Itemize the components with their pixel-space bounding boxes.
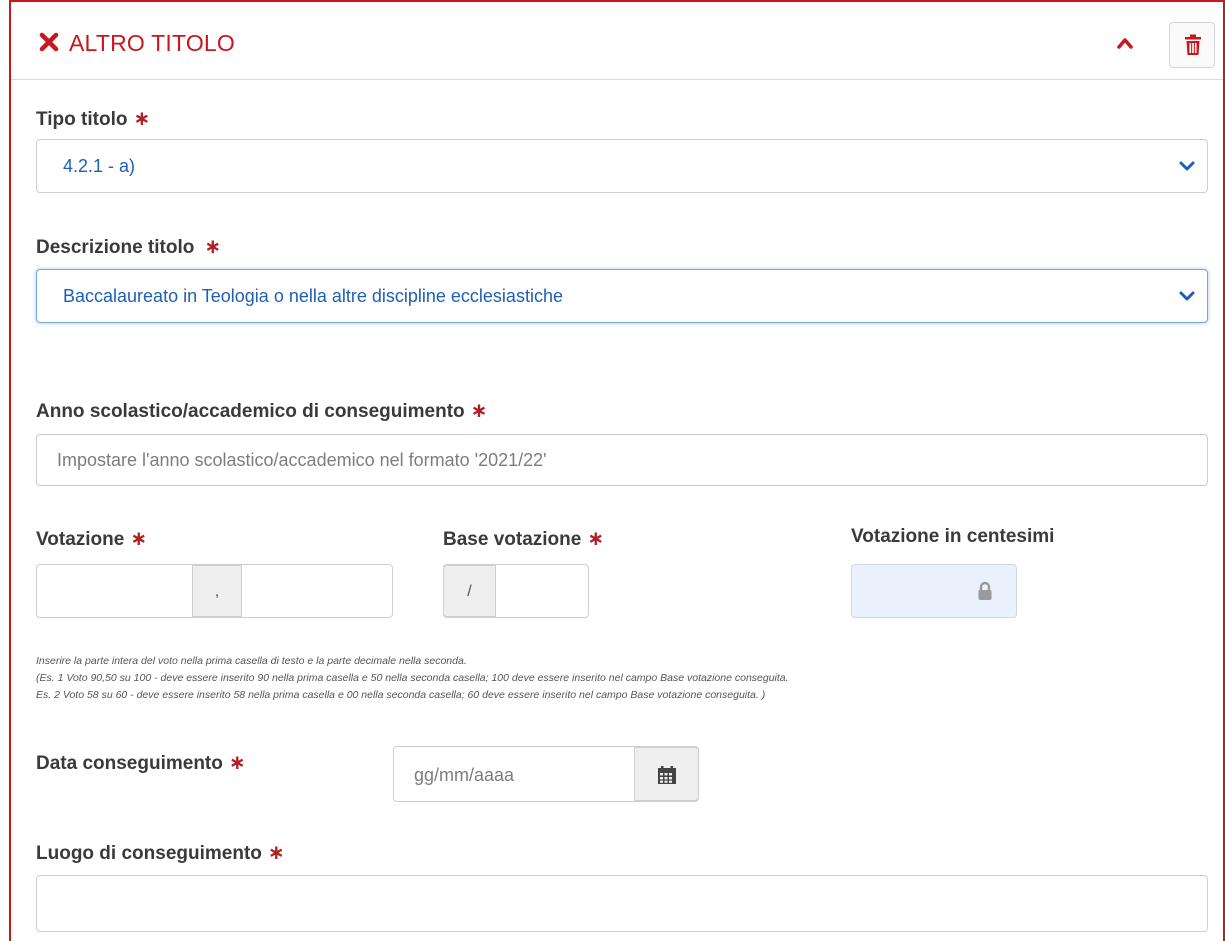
votazione-decimale-input[interactable]: [242, 565, 392, 617]
data-conseguimento-label-text: Data conseguimento: [36, 753, 223, 774]
chevron-down-icon: [1179, 161, 1195, 171]
luogo-conseguimento-label: Luogo di conseguimento ∗: [36, 840, 285, 865]
tipo-titolo-label-text: Tipo titolo: [36, 109, 128, 130]
chevron-down-icon: [1179, 291, 1195, 301]
required-mark: ∗: [587, 528, 605, 550]
descrizione-titolo-label-text: Descrizione titolo: [36, 237, 195, 258]
altro-titolo-panel: ALTRO TITOLO Tipo titolo ∗ 4.2.1 - a) Des…: [9, 0, 1225, 941]
votazione-group: ,: [36, 564, 393, 618]
anno-placeholder: Impostare l'anno scolastico/accademico n…: [57, 450, 547, 470]
calendar-icon: [658, 766, 676, 784]
base-votazione-label-text: Base votazione: [443, 529, 582, 550]
votazione-centesimi-field: [851, 564, 1017, 618]
votazione-centesimi-label: Votazione in centesimi: [851, 526, 1055, 547]
descrizione-titolo-select[interactable]: Baccalaureato in Teologia o nella altre …: [36, 269, 1208, 323]
hint-line-2: (Es. 1 Voto 90,50 su 100 - deve essere i…: [36, 672, 789, 684]
votazione-label: Votazione ∗: [36, 526, 147, 551]
descrizione-titolo-label: Descrizione titolo ∗: [36, 234, 221, 259]
anno-label-text: Anno scolastico/accademico di conseguime…: [36, 401, 465, 422]
luogo-conseguimento-label-text: Luogo di conseguimento: [36, 843, 262, 864]
anno-input[interactable]: Impostare l'anno scolastico/accademico n…: [36, 434, 1208, 486]
trash-icon: [1185, 34, 1201, 55]
descrizione-titolo-value: Baccalaureato in Teologia o nella altre …: [63, 286, 563, 306]
required-mark: ∗: [133, 108, 151, 130]
votazione-intera-input[interactable]: [37, 565, 192, 617]
delete-button[interactable]: [1169, 22, 1215, 68]
votazione-comma-addon: ,: [192, 565, 242, 617]
required-mark: ∗: [130, 528, 148, 550]
data-conseguimento-input[interactable]: gg/mm/aaaa: [394, 747, 634, 801]
hint-line-3: Es. 2 Voto 58 su 60 - deve essere inseri…: [36, 689, 766, 701]
lock-icon: [978, 581, 992, 600]
data-placeholder: gg/mm/aaaa: [414, 765, 515, 785]
required-mark: ∗: [228, 752, 246, 774]
luogo-conseguimento-input[interactable]: [36, 875, 1208, 932]
hint-line-1: Inserire la parte intera del voto nella …: [36, 655, 467, 667]
data-conseguimento-label: Data conseguimento ∗: [36, 750, 246, 775]
base-votazione-group: /: [443, 564, 589, 618]
required-mark: ∗: [267, 842, 285, 864]
anno-label: Anno scolastico/accademico di conseguime…: [36, 398, 487, 423]
required-mark: ∗: [470, 400, 488, 422]
tipo-titolo-value: 4.2.1 - a): [63, 156, 136, 176]
base-votazione-label: Base votazione ∗: [443, 526, 604, 551]
votazione-label-text: Votazione: [36, 529, 125, 550]
panel-title: ALTRO TITOLO: [69, 30, 235, 56]
required-mark: ∗: [204, 236, 222, 258]
base-votazione-slash-addon: /: [443, 565, 496, 617]
panel-header[interactable]: ALTRO TITOLO: [11, 2, 1223, 80]
close-x-icon[interactable]: [39, 32, 59, 52]
base-votazione-input[interactable]: [496, 565, 588, 617]
data-conseguimento-group: gg/mm/aaaa: [393, 746, 699, 802]
tipo-titolo-select[interactable]: 4.2.1 - a): [36, 139, 1208, 193]
calendar-button[interactable]: [634, 747, 699, 801]
chevron-up-icon[interactable]: [1116, 36, 1134, 50]
tipo-titolo-label: Tipo titolo ∗: [36, 106, 150, 131]
